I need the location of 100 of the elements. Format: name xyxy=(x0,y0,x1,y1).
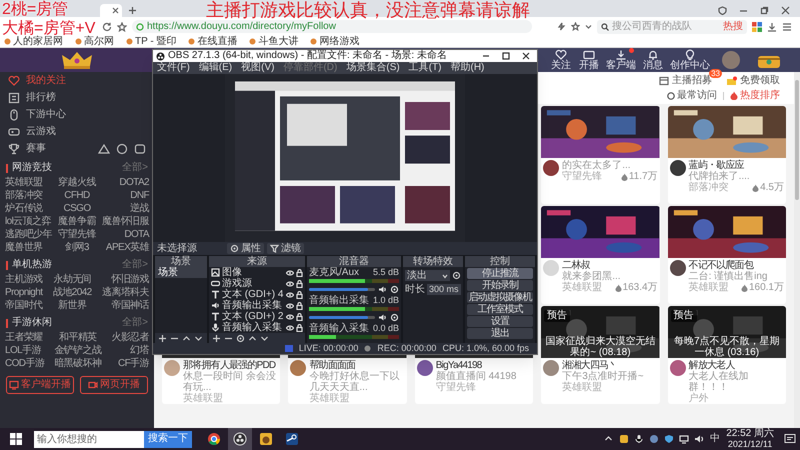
menu-item[interactable]: 场景集合(S) xyxy=(346,62,400,74)
new-tab-icon[interactable] xyxy=(128,6,137,15)
control-button[interactable]: 退出 xyxy=(467,328,533,339)
source-item[interactable]: 音频输入采集 xyxy=(209,322,305,333)
eye-icon[interactable] xyxy=(286,324,294,332)
category-link[interactable]: lol云顶之弈 xyxy=(5,215,52,228)
category-link[interactable]: DOTA2 xyxy=(102,176,149,189)
streamer-name[interactable]: 不记不以爬面包 xyxy=(688,260,784,271)
source-item[interactable]: 文本 (GDI+) 2 xyxy=(209,311,305,322)
gear-icon[interactable] xyxy=(452,271,461,280)
stream-card[interactable]: 不记不以爬面包 二台: 谨慎出售ing 英雄联盟 160.1万 xyxy=(668,258,786,304)
gear-icon[interactable] xyxy=(236,334,245,343)
bulb-icon[interactable] xyxy=(684,49,696,61)
search-button[interactable]: 搜索一下 xyxy=(144,430,192,448)
control-button[interactable]: 启动虚拟摄像机 xyxy=(467,292,533,303)
category-link[interactable]: 英雄联盟 xyxy=(5,176,52,189)
bookmark-icon[interactable] xyxy=(126,38,133,45)
input-method-indicator[interactable]: 中 xyxy=(710,433,720,445)
bookmark-link[interactable]: 高尔网 xyxy=(84,36,114,48)
category-link[interactable]: 王者荣耀 xyxy=(5,331,44,344)
toolbar-button[interactable]: 滤镜 xyxy=(267,243,304,254)
lock-icon[interactable] xyxy=(296,290,303,298)
avatar[interactable] xyxy=(416,360,433,376)
sort-option[interactable]: 最常访问 xyxy=(667,90,717,101)
eye-icon[interactable] xyxy=(286,312,294,320)
gear-icon[interactable] xyxy=(390,284,399,294)
menu-icon[interactable] xyxy=(782,22,792,32)
category-link[interactable]: 幻塔 xyxy=(111,344,149,357)
category-link[interactable]: 和平精英 xyxy=(54,331,102,344)
nav-label[interactable]: 创作中心 xyxy=(670,61,710,71)
category-link[interactable]: 永劫无间 xyxy=(52,273,92,286)
bookmark-link[interactable]: 网络游戏 xyxy=(319,36,360,48)
streamer-name[interactable]: 那将拥有人最强的PDD xyxy=(183,360,278,371)
category-link[interactable]: 怀旧游戏 xyxy=(102,273,149,286)
category-link[interactable]: APEX英雄 xyxy=(102,241,149,254)
category-link[interactable]: CSGO xyxy=(58,202,96,215)
category-link[interactable]: DOTA xyxy=(102,228,149,241)
category-link[interactable]: CFHD xyxy=(58,189,96,202)
lock-icon[interactable] xyxy=(296,302,303,310)
calendar-icon[interactable] xyxy=(659,76,669,86)
refresh-icon[interactable] xyxy=(102,22,112,32)
bell-icon[interactable] xyxy=(647,49,659,61)
category-link[interactable]: 帝国神话 xyxy=(102,299,149,312)
avatar[interactable] xyxy=(670,160,686,176)
control-button[interactable]: 停止推流 xyxy=(467,268,533,279)
category-link[interactable]: 火影忍者 xyxy=(111,331,149,344)
toolbar-button[interactable]: 属性 xyxy=(227,243,264,254)
download-icon[interactable] xyxy=(767,22,777,32)
category-link[interactable]: 穿越火线 xyxy=(58,176,96,189)
scene-item[interactable]: 场景 xyxy=(155,267,207,278)
hot-search-link[interactable]: 热搜 xyxy=(723,21,743,32)
star-icon[interactable] xyxy=(117,22,127,32)
category-link[interactable]: 魔兽世界 xyxy=(5,241,52,254)
bookmark-icon[interactable] xyxy=(249,38,256,45)
add-icon[interactable] xyxy=(158,334,167,343)
category-link[interactable]: 新世界 xyxy=(52,299,92,312)
streamer-name[interactable]: 解放大老人 xyxy=(688,360,784,371)
streamer-name[interactable]: 帮助面面面 xyxy=(309,360,405,371)
clock-time[interactable]: 22:52 周六 xyxy=(726,429,774,439)
apps-icon[interactable] xyxy=(752,22,762,32)
category-link[interactable]: DNF xyxy=(102,189,149,202)
streamer-name[interactable]: 蓝屿・歇应应 xyxy=(688,160,784,171)
tv-icon[interactable] xyxy=(583,49,595,61)
category-link[interactable]: 部落冲突 xyxy=(5,189,52,202)
source-item[interactable]: 文本 (GDI+) 4 xyxy=(209,289,305,300)
sidebar-item[interactable]: 赛事 xyxy=(0,140,154,157)
heart-icon[interactable] xyxy=(555,49,567,61)
nav-label[interactable]: 消息 xyxy=(643,61,663,71)
stream-card[interactable]: 二林叔 就来参团黑... 英雄联盟 163.4万 xyxy=(541,258,660,304)
bolt-icon[interactable] xyxy=(557,22,566,31)
nav-label[interactable]: 关注 xyxy=(551,61,571,71)
windows-icon[interactable] xyxy=(10,433,22,445)
sidebar-item[interactable]: 云游戏 xyxy=(0,123,154,140)
broadcast-button[interactable]: 客户端开播 xyxy=(6,376,74,394)
transition-dropdown[interactable]: 淡出 xyxy=(405,270,450,281)
category-link[interactable]: 逃跑吧少年 xyxy=(5,228,52,241)
bookmark-link[interactable]: 在线直播 xyxy=(197,36,238,48)
menu-item[interactable]: 工具(T) xyxy=(408,62,442,74)
lock-icon[interactable] xyxy=(296,312,303,320)
menu-item[interactable]: 帮助(H) xyxy=(450,62,484,74)
close-icon[interactable] xyxy=(781,6,790,15)
clock-date[interactable]: 2021/12/11 xyxy=(728,439,772,449)
lock-icon[interactable] xyxy=(296,268,303,276)
category-link[interactable]: 主机游戏 xyxy=(5,273,43,286)
down-icon[interactable] xyxy=(260,334,269,343)
streamer-name[interactable]: BigYa44198 xyxy=(436,360,532,371)
menu-item[interactable]: 视图(V) xyxy=(241,62,274,74)
eye-icon[interactable] xyxy=(286,268,294,276)
speaker-icon[interactable] xyxy=(378,312,387,322)
stream-card[interactable]: BigYa44198 颜值直播间 44198 守望先锋 xyxy=(414,358,534,404)
up-icon[interactable] xyxy=(182,334,191,343)
scrollbar[interactable] xyxy=(794,72,800,428)
sidebar-item[interactable]: 下游中心 xyxy=(0,106,154,123)
add-icon[interactable] xyxy=(212,334,221,343)
lock-icon[interactable] xyxy=(296,280,303,288)
stream-card[interactable]: 蓝屿・歇应应 代牌拍来了.... 部落冲突 4.5万 xyxy=(668,158,786,204)
address-field[interactable]: https://www.douyu.com/directory/myFollow xyxy=(132,20,532,33)
gear-icon[interactable] xyxy=(390,312,399,322)
taskbar-app[interactable] xyxy=(228,428,252,450)
restore-icon[interactable] xyxy=(760,6,769,15)
